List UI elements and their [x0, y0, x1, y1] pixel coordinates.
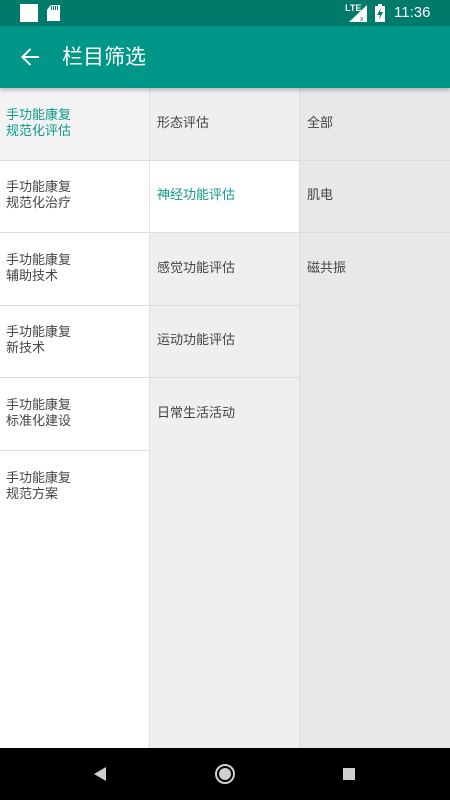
app-bar: 栏目筛选	[0, 26, 450, 88]
page-title: 栏目筛选	[62, 45, 146, 69]
category-item[interactable]: 手功能康复 规范化评估	[0, 88, 149, 161]
category-column-level1: 手功能康复 规范化评估 手功能康复 规范化治疗 手功能康复 辅助技术 手功能康复…	[0, 88, 150, 748]
category-item[interactable]: 手功能康复 新技术	[0, 306, 149, 378]
sd-card-icon	[47, 5, 60, 21]
clock: 11:36	[394, 4, 431, 21]
signal-icon: x	[349, 5, 367, 22]
category-item[interactable]: 手功能康复 规范方案	[0, 451, 149, 524]
category-column-level2: 形态评估 神经功能评估 感觉功能评估 运动功能评估 日常生活活动	[150, 88, 300, 748]
subcategory-item[interactable]: 日常生活活动	[150, 378, 299, 451]
system-nav-bar	[0, 748, 450, 800]
category-item[interactable]: 手功能康复 辅助技术	[0, 233, 149, 306]
subcategory-item[interactable]: 感觉功能评估	[150, 233, 299, 306]
nav-home-icon[interactable]	[215, 764, 235, 784]
nav-recents-icon[interactable]	[343, 768, 355, 780]
nav-back-icon[interactable]	[93, 767, 107, 781]
status-bar: LTE x 11:36	[0, 0, 450, 26]
subcategory-item[interactable]: 运动功能评估	[150, 305, 299, 378]
filter-item[interactable]: 磁共振	[300, 233, 450, 306]
subcategory-item[interactable]: 神经功能评估	[150, 160, 299, 233]
arrow-back-icon[interactable]	[14, 41, 46, 73]
category-item[interactable]: 手功能康复 标准化建设	[0, 378, 149, 451]
notification-square-icon	[20, 4, 38, 22]
category-item[interactable]: 手功能康复 规范化治疗	[0, 161, 149, 233]
svg-text:x: x	[360, 16, 364, 22]
filter-item[interactable]: 肌电	[300, 160, 450, 233]
subcategory-item[interactable]: 形态评估	[150, 88, 299, 161]
filter-item[interactable]: 全部	[300, 88, 450, 161]
category-column-level3: 全部 肌电 磁共振	[300, 88, 450, 748]
battery-charging-icon	[375, 4, 385, 22]
